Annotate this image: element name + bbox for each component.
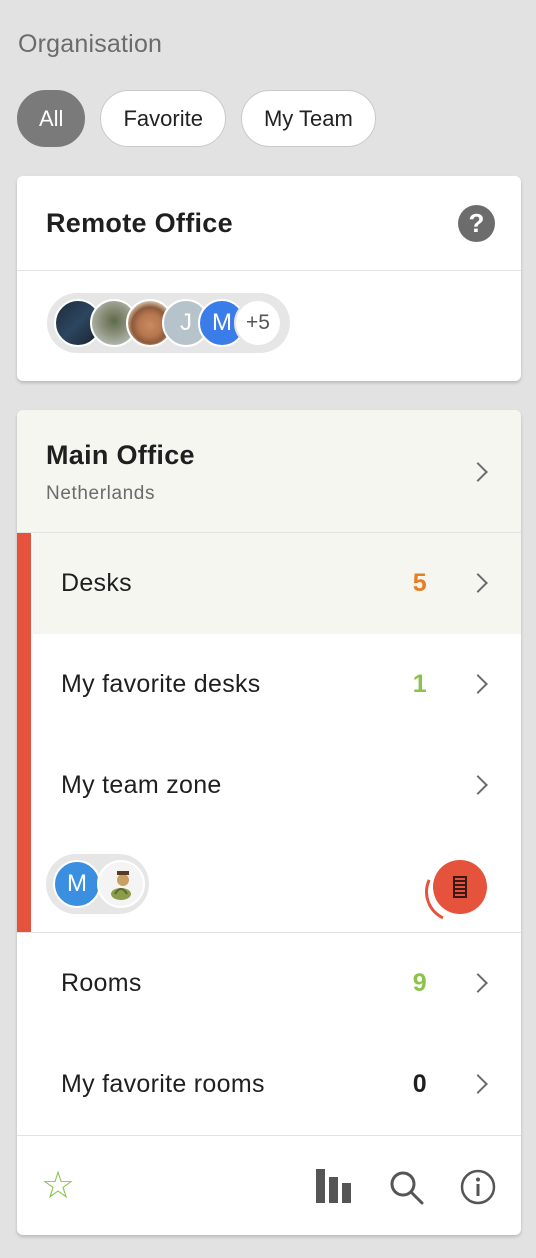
filter-all[interactable]: All [17, 90, 86, 147]
row-label: Desks [61, 569, 132, 597]
remote-office-title: Remote Office [46, 207, 233, 238]
star-icon[interactable]: ☆ [41, 1163, 75, 1208]
favorite-rooms-count: 0 [412, 1070, 427, 1098]
chevron-right-icon [468, 573, 488, 593]
row-desks[interactable]: Desks 5 [33, 533, 521, 634]
remote-office-card[interactable]: Remote Office ? J M +5 [17, 176, 521, 381]
chevron-right-icon [468, 1074, 488, 1094]
main-office-title: Main Office [46, 440, 195, 470]
row-label: My team zone [61, 771, 222, 799]
search-icon[interactable] [388, 1169, 424, 1210]
row-label: Rooms [61, 969, 142, 997]
info-icon[interactable] [460, 1169, 496, 1210]
row-team-zone[interactable]: My team zone [33, 735, 521, 836]
desks-count: 5 [412, 569, 427, 597]
rooms-count: 9 [412, 969, 427, 997]
filter-chips: All Favorite My Team [17, 90, 376, 147]
chevron-right-icon [468, 775, 488, 795]
main-office-card: Main Office Netherlands Desks 5 My favor… [17, 410, 521, 1235]
row-label: My favorite desks [61, 670, 261, 698]
avatar: M [53, 860, 101, 908]
desk-timer-button[interactable] [416, 853, 494, 931]
card-footer-toolbar: ☆ [17, 1135, 521, 1235]
chevron-right-icon [468, 674, 488, 694]
filter-favorite[interactable]: Favorite [100, 90, 226, 147]
remote-avatar-group[interactable]: J M +5 [47, 293, 290, 353]
favorite-desks-count: 1 [412, 670, 427, 698]
avatar-sprite-icon [97, 860, 145, 908]
row-rooms[interactable]: Rooms 9 [17, 933, 521, 1034]
main-office-header[interactable]: Main Office Netherlands [17, 410, 521, 533]
zone-color-bar [17, 533, 31, 932]
row-label: My favorite rooms [61, 1070, 265, 1098]
more-avatars-count: +5 [234, 299, 282, 347]
team-avatar-group[interactable]: M [46, 854, 149, 914]
team-zone-section: Desks 5 My favorite desks 1 My team zone… [17, 533, 521, 933]
filter-my-team[interactable]: My Team [240, 90, 376, 147]
row-favorite-rooms[interactable]: My favorite rooms 0 [17, 1034, 521, 1135]
main-office-location: Netherlands [46, 483, 156, 504]
question-circle-icon[interactable]: ? [458, 204, 495, 242]
page-title: Organisation [18, 30, 163, 58]
row-favorite-desks[interactable]: My favorite desks 1 [33, 634, 521, 735]
bar-chart-icon[interactable] [316, 1169, 352, 1203]
desk-timer-icon [433, 860, 487, 914]
chevron-right-icon [468, 973, 488, 993]
